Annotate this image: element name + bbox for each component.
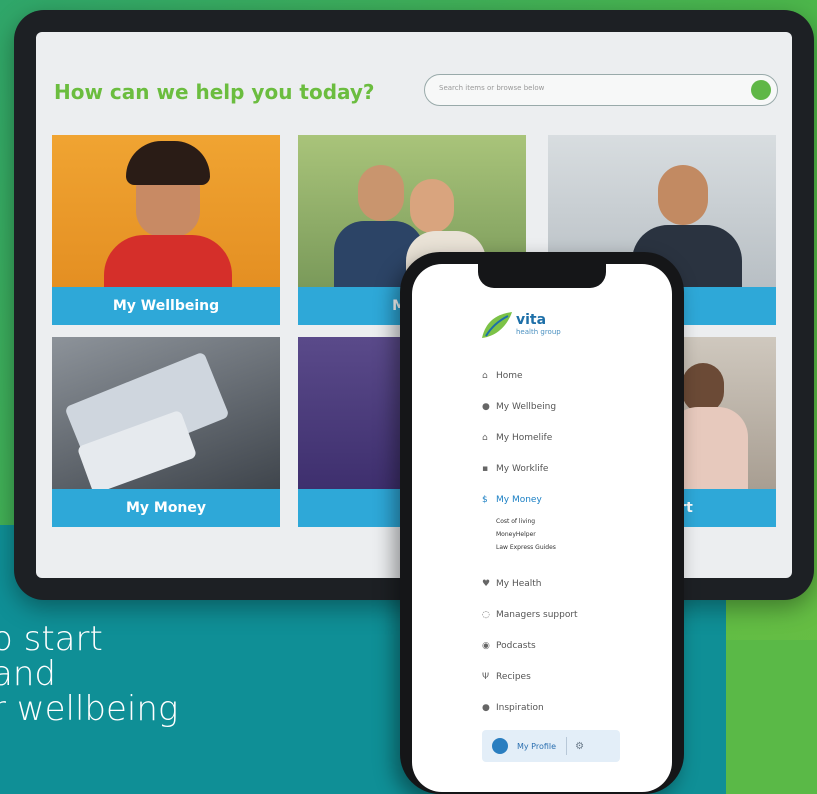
woman-photo [52, 135, 280, 287]
menu-label: Podcasts [496, 640, 536, 651]
card-label: My Money [52, 489, 280, 527]
settings-icon[interactable]: ⚙ [575, 741, 584, 752]
phone-screen: vita health group ⌂ Home ● My Wellbeing ⌂ M… [412, 264, 672, 792]
menu-label: Home [496, 370, 523, 381]
support-icon: ◌ [482, 609, 490, 620]
menu-label: My Worklife [496, 463, 549, 474]
home-icon: ⌂ [482, 370, 488, 381]
wellbeing-icon: ● [482, 401, 490, 412]
card-label: My Wellbeing [52, 287, 280, 325]
heart-icon: ♥ [482, 578, 491, 589]
profile-label: My Profile [517, 741, 557, 751]
money-icon: $ [482, 494, 488, 505]
card-my-wellbeing[interactable]: My Wellbeing [52, 135, 280, 325]
submenu-item-law-express-guides[interactable]: Law Express Guides [482, 541, 662, 554]
menu-item-recipes[interactable]: Ψ Recipes [482, 661, 662, 692]
phone-notch [478, 264, 606, 288]
my-profile-button[interactable]: My Profile ⚙ [482, 730, 620, 762]
menu-label: Managers support [496, 609, 578, 620]
search-icon[interactable] [751, 80, 771, 100]
menu-label: My Health [496, 578, 542, 589]
search-placeholder: Search items or browse below [439, 84, 545, 92]
brand-subtitle: health group [516, 328, 561, 336]
card-my-money[interactable]: My Money [52, 337, 280, 527]
submenu: Cost of living MoneyHelper Law Express G… [482, 515, 662, 554]
menu-item-my-money[interactable]: $ My Money [482, 484, 662, 515]
menu-item-my-homelife[interactable]: ⌂ My Homelife [482, 422, 662, 453]
green-block [726, 640, 817, 794]
menu-item-home[interactable]: ⌂ Home [482, 360, 662, 391]
menu-label: My Money [496, 494, 542, 505]
headline: o start and r wellbeing [0, 622, 178, 727]
menu-item-my-wellbeing[interactable]: ● My Wellbeing [482, 391, 662, 422]
leaf-logo-icon [482, 312, 512, 338]
submenu-item-moneyhelper[interactable]: MoneyHelper [482, 528, 662, 541]
headline-line: and [0, 654, 56, 694]
briefcase-icon: ▪ [482, 463, 489, 474]
divider [566, 737, 568, 755]
menu-item-my-worklife[interactable]: ▪ My Worklife [482, 453, 662, 484]
menu-item-podcasts[interactable]: ◉ Podcasts [482, 630, 662, 661]
menu-label: My Homelife [496, 432, 553, 443]
vita-logo[interactable]: vita health group [480, 310, 590, 350]
podcast-icon: ◉ [482, 640, 490, 651]
house-icon: ⌂ [482, 432, 488, 443]
headline-line: r wellbeing [0, 689, 179, 729]
lightbulb-icon: ● [482, 702, 490, 713]
credit-cards-photo [52, 337, 280, 495]
page-title: How can we help you today? [54, 80, 375, 104]
submenu-item-cost-of-living[interactable]: Cost of living [482, 515, 662, 528]
avatar-icon [492, 738, 508, 754]
menu-item-managers-support[interactable]: ◌ Managers support [482, 599, 662, 630]
menu-label: My Wellbeing [496, 401, 557, 412]
menu-label: Recipes [496, 671, 531, 682]
brand-name: vita [516, 312, 547, 328]
phone-device: vita health group ⌂ Home ● My Wellbeing ⌂ M… [400, 252, 684, 794]
menu-item-my-health[interactable]: ♥ My Health [482, 568, 662, 599]
search-input[interactable]: Search items or browse below [424, 74, 778, 106]
menu-item-inspiration[interactable]: ● Inspiration [482, 692, 662, 723]
headline-line: o start [0, 619, 103, 659]
menu-label: Inspiration [496, 702, 544, 713]
cutlery-icon: Ψ [482, 671, 490, 682]
nav-menu: ⌂ Home ● My Wellbeing ⌂ My Homelife ▪ My Wor… [482, 360, 662, 723]
